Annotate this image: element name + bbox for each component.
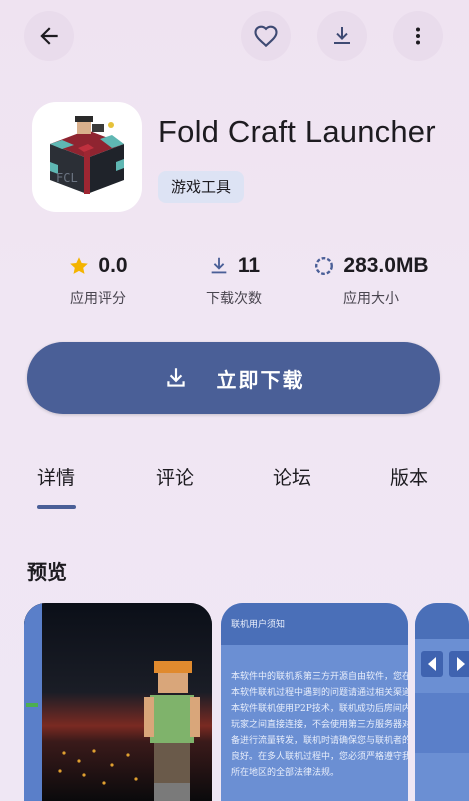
shot2-line-2: 本软件中的联机系第三方开源自由软件，您在使用 [231, 672, 408, 682]
more-vert-icon [416, 27, 420, 45]
downloads-value: 11 [237, 254, 261, 277]
rating-stat: 0.0 应用评分 [23, 252, 173, 308]
category-chip[interactable]: 游戏工具 [158, 171, 245, 203]
star-icon [70, 257, 89, 274]
more-button[interactable] [393, 11, 443, 61]
shot2-line-6: 备进行流量转发，联机时请确保您与联机者的网络情况 [231, 736, 408, 746]
heart-outline-icon [254, 25, 278, 48]
size-stat: 283.0MB 应用大小 [296, 252, 446, 308]
install-download-button[interactable]: 立即下载 [27, 342, 440, 414]
preview-title: 预览 [27, 560, 67, 584]
shot2-line-7: 良好。在多人联机过程中，您必须严格遵守我国 [231, 752, 408, 762]
rating-value: 0.0 [98, 254, 128, 277]
storage-icon [315, 257, 334, 275]
download-button-label: 立即下载 [216, 367, 305, 392]
tab-forum[interactable]: 论坛 [273, 463, 311, 490]
downloads-stat: 11 下载次数 [159, 252, 309, 308]
shot2-line-4: 本软件联机使用P2P技术，联机成功后房间内 [231, 704, 408, 714]
rating-label: 应用评分 [70, 291, 126, 307]
downloads-label: 下载次数 [206, 291, 262, 307]
svg-text:FCL: FCL [56, 171, 78, 185]
arrow-left-icon [40, 27, 58, 45]
back-button[interactable] [24, 11, 74, 61]
size-label: 应用大小 [343, 291, 399, 307]
app-icon: FCL [32, 102, 142, 212]
preview-screenshot-1[interactable] [24, 603, 212, 801]
shot2-line-8: 所在地区的全部法律法规。 [231, 768, 340, 778]
tab-versions[interactable]: 版本 [390, 463, 428, 490]
favorite-button[interactable] [241, 11, 291, 61]
tab-reviews[interactable]: 评论 [156, 463, 194, 490]
preview-screenshot-3[interactable] [415, 603, 469, 801]
preview-screenshot-2[interactable]: 联机用户须知 本软件中的联机系第三方开源自由软件，您在使用 本软件联机过程中遇到… [221, 603, 408, 801]
shot2-line-3: 本软件联机过程中遇到的问题请通过相关渠道进行反馈， [231, 688, 408, 698]
app-title: Fold Craft Launcher [158, 114, 436, 149]
tab-details[interactable]: 详情 [37, 463, 75, 490]
active-tab-indicator [37, 505, 76, 509]
download-icon [334, 27, 350, 44]
shot2-line-5: 玩家之间直接连接，不会使用第三方服务器对您的设 [231, 720, 408, 730]
size-value: 283.0MB [343, 254, 429, 277]
download-count-icon [211, 257, 227, 274]
download-tray-icon [166, 368, 185, 387]
shot2-line-1: 联机用户须知 [231, 620, 286, 630]
header-download-button[interactable] [317, 11, 367, 61]
